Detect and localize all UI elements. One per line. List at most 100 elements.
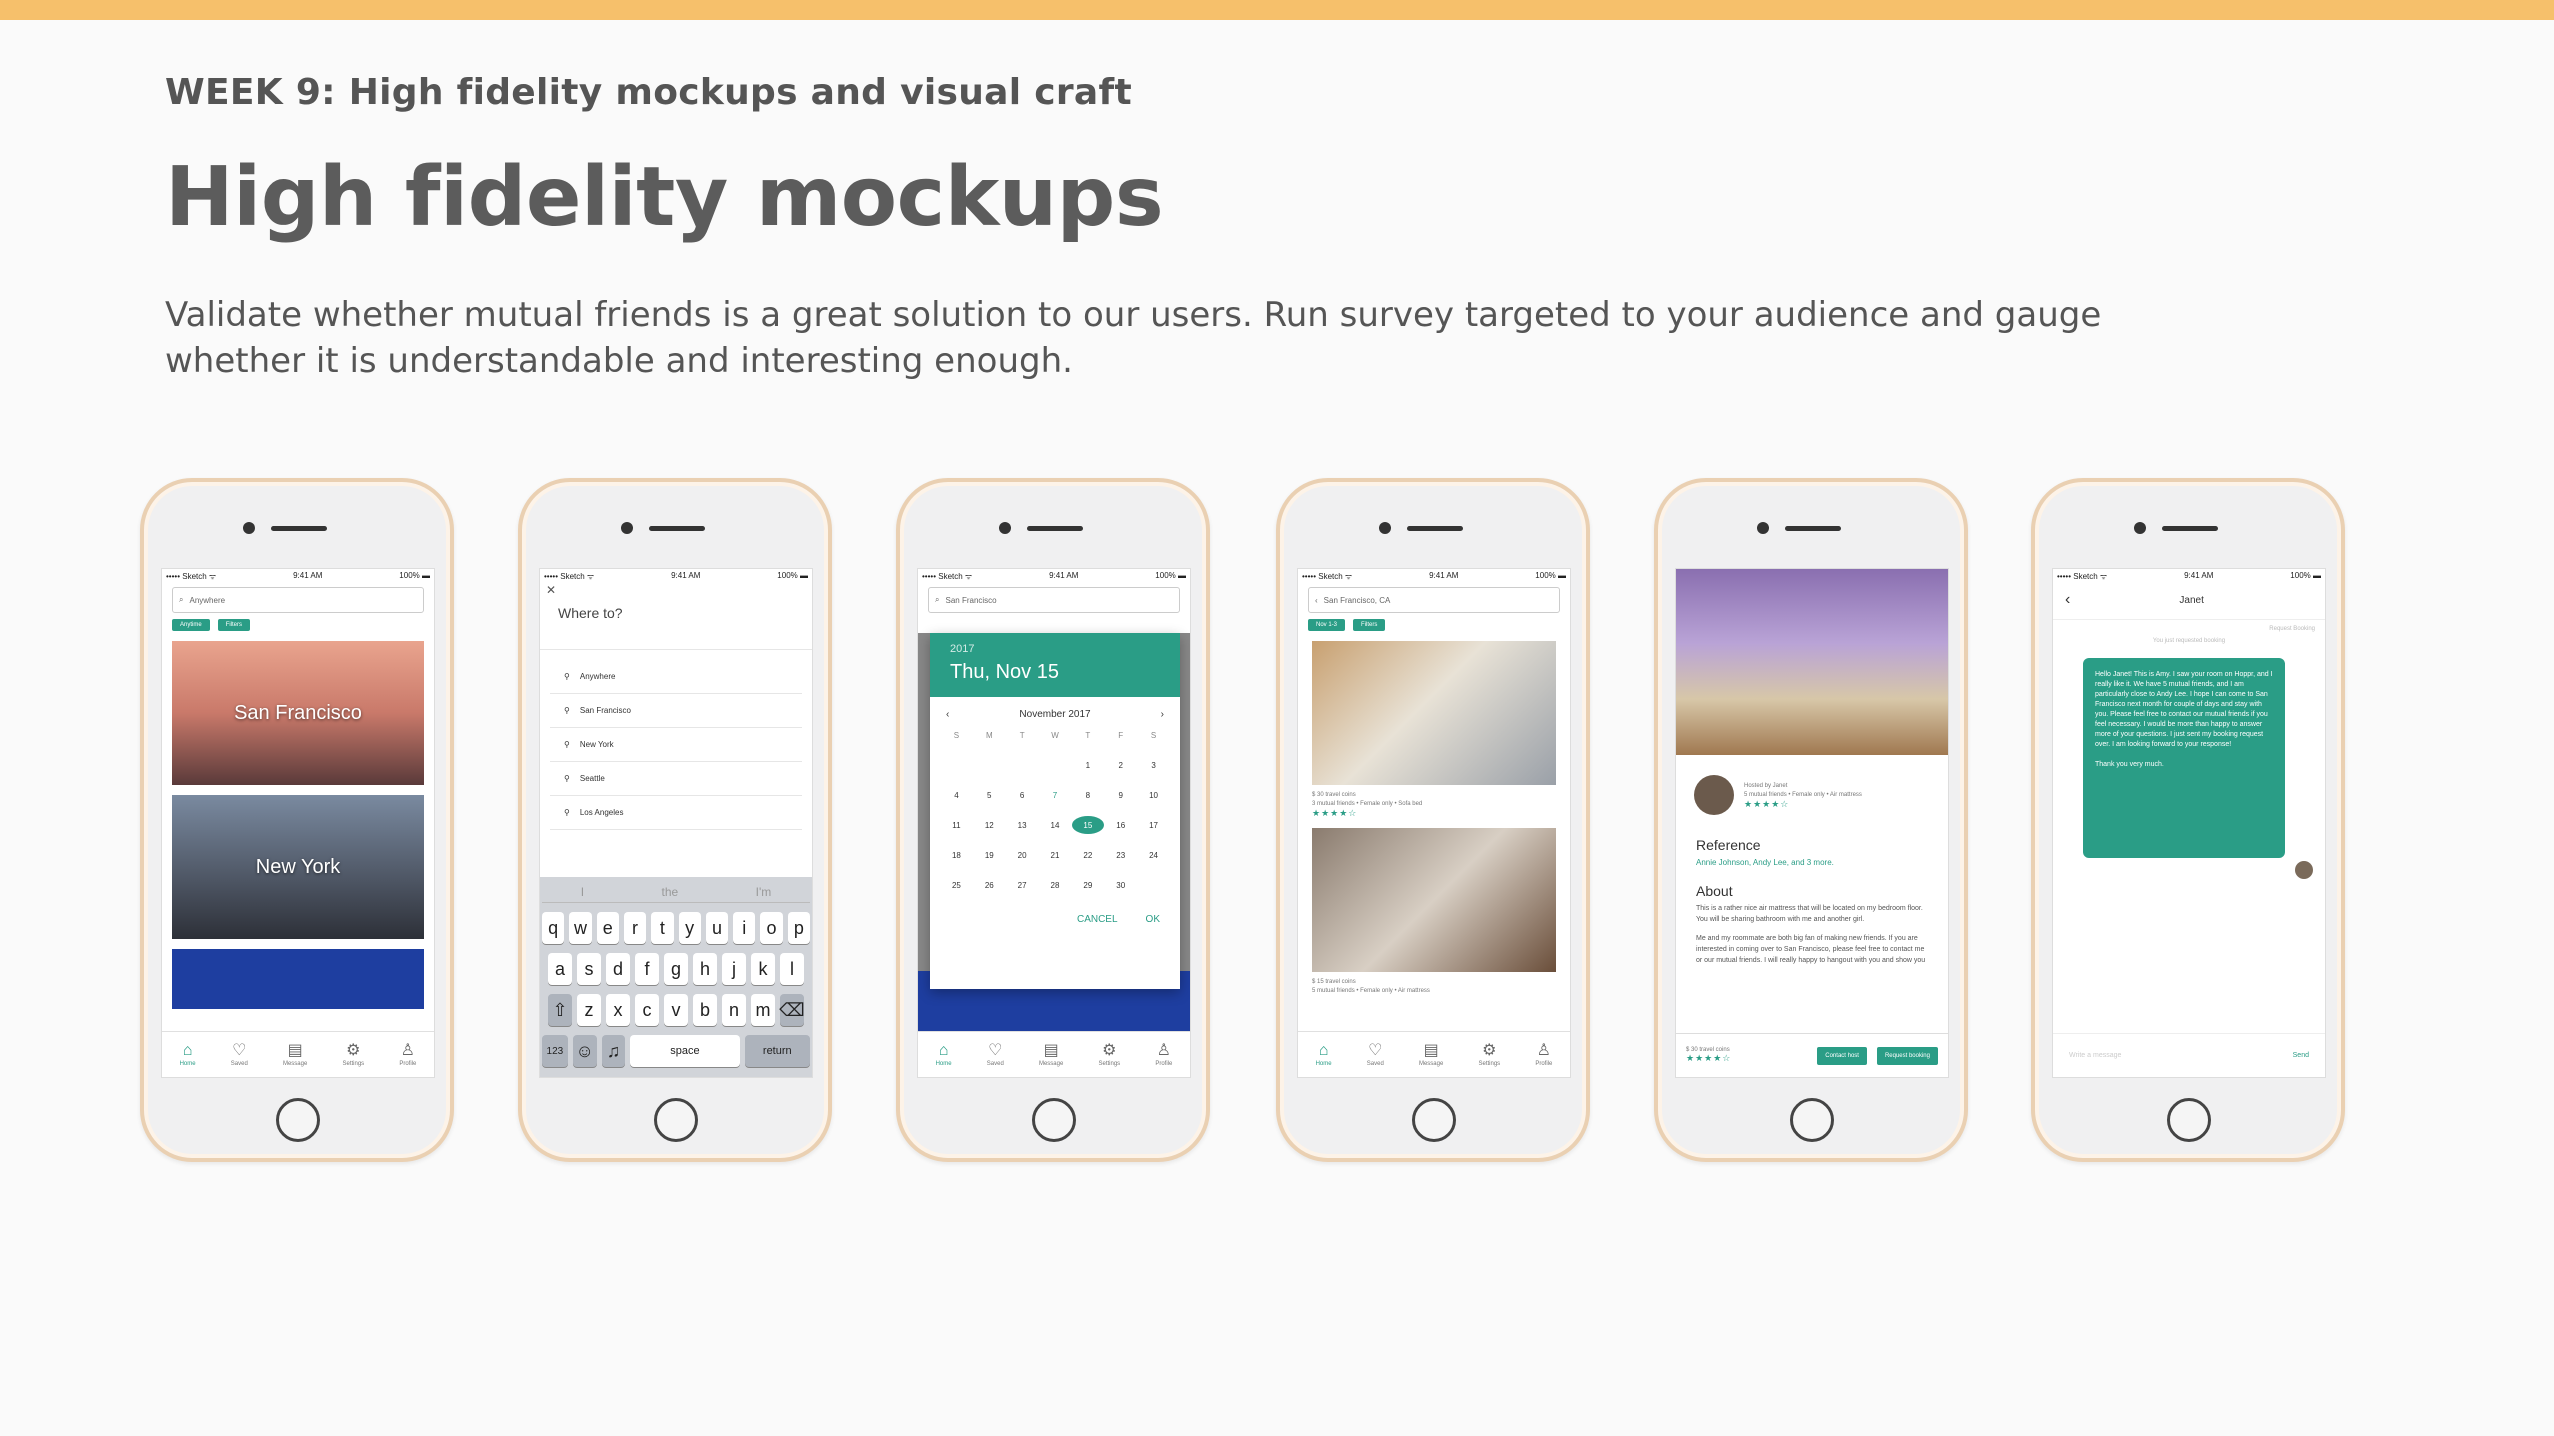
city-card-san-francisco[interactable]: San Francisco (172, 641, 424, 785)
chevron-left-icon[interactable]: ‹ (946, 709, 949, 720)
backspace-key[interactable]: ⌫ (779, 994, 805, 1026)
suggestion[interactable]: I (581, 885, 584, 899)
key-e[interactable]: e (596, 912, 619, 944)
calendar-day[interactable]: 13 (1006, 816, 1039, 834)
key-l[interactable]: l (780, 953, 804, 985)
key-h[interactable]: h (693, 953, 717, 985)
tab-message[interactable]: ▤ Message (283, 1042, 307, 1067)
request-booking-link[interactable]: Request Booking (2053, 620, 2325, 638)
calendar-day[interactable]: 22 (1071, 846, 1104, 864)
chevron-right-icon[interactable]: › (1161, 709, 1164, 720)
space-key[interactable]: space (630, 1035, 740, 1067)
key-t[interactable]: t (651, 912, 674, 944)
calendar-day[interactable]: 11 (940, 816, 973, 834)
tab-home[interactable]: ⌂ Home (180, 1042, 196, 1067)
key-b[interactable]: b (693, 994, 717, 1026)
tab-home[interactable]: ⌂ Home (1316, 1042, 1332, 1067)
calendar-day[interactable]: 29 (1071, 876, 1104, 894)
location-option[interactable]: ⚲ New York (550, 728, 802, 762)
ok-button[interactable]: OK (1146, 914, 1160, 925)
key-i[interactable]: i (733, 912, 756, 944)
key-m[interactable]: m (751, 994, 775, 1026)
cancel-button[interactable]: CANCEL (1077, 914, 1118, 925)
calendar-day[interactable]: 24 (1137, 846, 1170, 864)
key-s[interactable]: s (577, 953, 601, 985)
location-option[interactable]: ⚲ Anywhere (550, 660, 802, 694)
reference-names[interactable]: Annie Johnson, Andy Lee, and 3 more. (1696, 857, 1928, 869)
tab-message[interactable]: ▤ Message (1419, 1042, 1443, 1067)
location-option[interactable]: ⚲ San Francisco (550, 694, 802, 728)
key-f[interactable]: f (635, 953, 659, 985)
search-input[interactable]: ‹ San Francisco, CA (1308, 587, 1560, 613)
key-w[interactable]: w (569, 912, 592, 944)
tab-profile[interactable]: ♙ Profile (1535, 1042, 1552, 1067)
search-input[interactable]: ⌕ Anywhere (172, 587, 424, 613)
chip-anytime[interactable]: Anytime (172, 619, 210, 631)
key-v[interactable]: v (664, 994, 688, 1026)
city-card-partial[interactable] (172, 949, 424, 1009)
chip-filters[interactable]: Filters (1353, 619, 1386, 631)
listing-photo[interactable] (1312, 641, 1556, 785)
tab-settings[interactable]: ⚙ Settings (1478, 1042, 1500, 1067)
key-o[interactable]: o (760, 912, 783, 944)
calendar-day[interactable]: 19 (973, 846, 1006, 864)
calendar-day[interactable]: 2 (1104, 756, 1137, 774)
calendar-day[interactable]: 30 (1104, 876, 1137, 894)
send-button[interactable]: Send (2293, 1052, 2309, 1059)
calendar-day[interactable]: 4 (940, 786, 973, 804)
tab-message[interactable]: ▤ Message (1039, 1042, 1063, 1067)
calendar-day[interactable]: 23 (1104, 846, 1137, 864)
chip-filters[interactable]: Filters (217, 619, 251, 631)
emoji-key[interactable]: ☺ (572, 1035, 597, 1067)
tab-home[interactable]: ⌂ Home (936, 1042, 952, 1067)
calendar-day[interactable]: 3 (1137, 756, 1170, 774)
key-x[interactable]: x (606, 994, 630, 1026)
key-r[interactable]: r (623, 912, 647, 944)
calendar-day[interactable]: 17 (1137, 816, 1170, 834)
tab-saved[interactable]: ♡ Saved (231, 1042, 248, 1067)
calendar-day[interactable]: 6 (1006, 786, 1039, 804)
key-j[interactable]: j (722, 953, 746, 985)
request-booking-button[interactable]: Request booking (1876, 1046, 1938, 1065)
city-card-new-york[interactable]: New York (172, 795, 424, 939)
key-z[interactable]: z (577, 994, 601, 1026)
tab-saved[interactable]: ♡ Saved (1367, 1042, 1384, 1067)
calendar-day[interactable]: 18 (940, 846, 973, 864)
calendar-day[interactable]: 28 (1039, 876, 1072, 894)
key-q[interactable]: q (542, 912, 565, 944)
location-option[interactable]: ⚲ Los Angeles (550, 796, 802, 830)
tab-settings[interactable]: ⚙ Settings (342, 1042, 364, 1067)
suggestion[interactable]: the (662, 885, 679, 899)
contact-host-button[interactable]: Contact host (1817, 1046, 1867, 1065)
key-n[interactable]: n (722, 994, 746, 1026)
key-k[interactable]: k (751, 953, 775, 985)
key-c[interactable]: c (635, 994, 659, 1026)
calendar-day[interactable]: 9 (1104, 786, 1137, 804)
listing-photo[interactable] (1312, 828, 1556, 972)
year-label[interactable]: 2017 (950, 643, 1160, 655)
calendar-day[interactable]: 16 (1104, 816, 1137, 834)
search-input[interactable]: ⌕ San Francisco (928, 587, 1180, 613)
key-u[interactable]: u (705, 912, 729, 944)
calendar-day[interactable]: 5 (973, 786, 1006, 804)
tab-saved[interactable]: ♡ Saved (987, 1042, 1004, 1067)
calendar-day[interactable]: 10 (1137, 786, 1170, 804)
calendar-day[interactable]: 1 (1071, 756, 1104, 774)
calendar-day[interactable]: 7 (1039, 786, 1072, 804)
calendar-day[interactable]: 8 (1071, 786, 1104, 804)
calendar-day[interactable]: 14 (1039, 816, 1072, 834)
calendar-day[interactable]: 12 (973, 816, 1006, 834)
key-d[interactable]: d (606, 953, 630, 985)
chip-dates[interactable]: Nov 1-3 (1308, 619, 1346, 631)
back-icon[interactable]: ‹ (1315, 596, 1318, 605)
key-a[interactable]: a (548, 953, 572, 985)
close-icon[interactable]: ✕ (540, 581, 812, 599)
key-g[interactable]: g (664, 953, 688, 985)
tab-settings[interactable]: ⚙ Settings (1098, 1042, 1120, 1067)
key-p[interactable]: p (787, 912, 810, 944)
return-key[interactable]: return (744, 1035, 811, 1067)
calendar-day-selected[interactable]: 15 (1071, 816, 1104, 834)
tab-profile[interactable]: ♙ Profile (1155, 1042, 1172, 1067)
numbers-key[interactable]: 123 (542, 1035, 568, 1067)
calendar-day[interactable]: 27 (1006, 876, 1039, 894)
